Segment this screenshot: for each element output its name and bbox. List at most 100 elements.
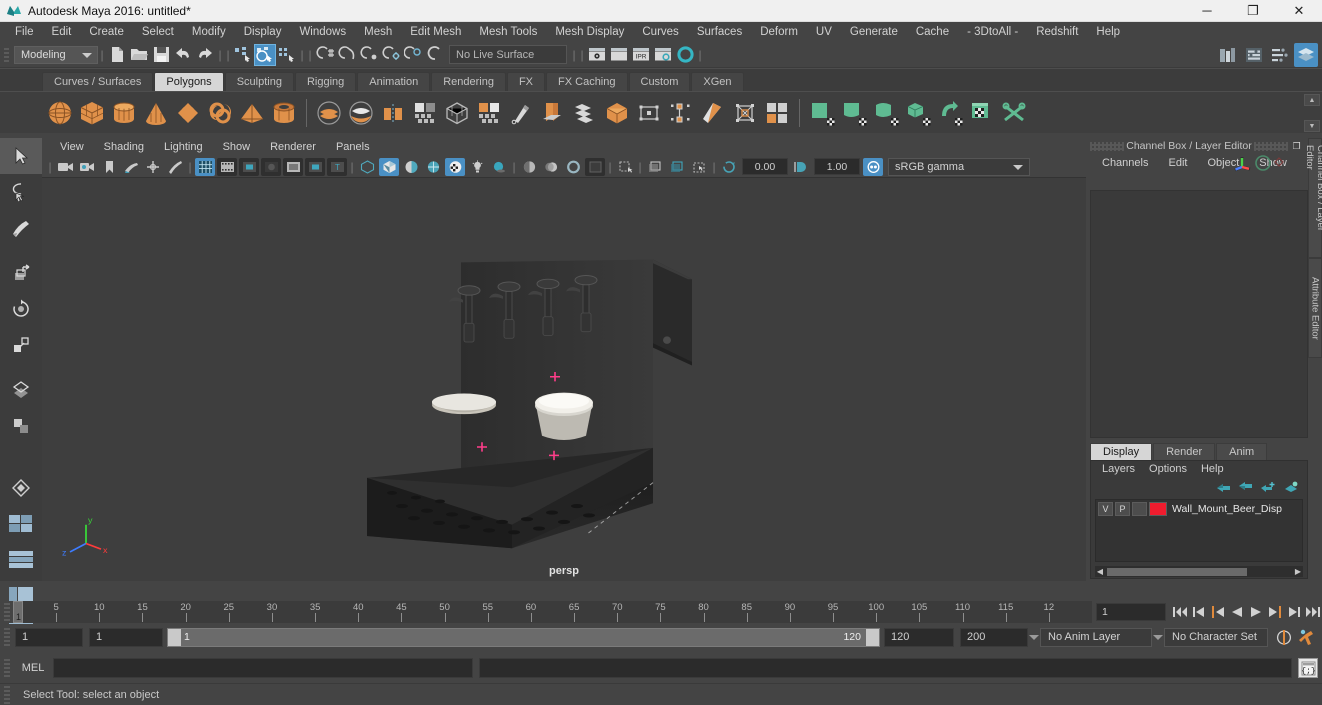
- menu-mesh-tools[interactable]: Mesh Tools: [470, 22, 546, 42]
- menu-generate[interactable]: Generate: [841, 22, 907, 42]
- menuset-selector[interactable]: Modeling: [14, 45, 98, 64]
- color-management-icon[interactable]: [863, 157, 883, 176]
- close-button[interactable]: ✕: [1276, 0, 1322, 22]
- layer-tab-render[interactable]: Render: [1153, 443, 1216, 460]
- shelf-tab-custom[interactable]: Custom: [628, 72, 691, 91]
- show-manipulator-tool-icon[interactable]: [0, 470, 42, 506]
- xray-icon[interactable]: [615, 158, 635, 176]
- poly-pyramid-icon[interactable]: [236, 96, 268, 130]
- layer-menu-layers[interactable]: Layers: [1095, 461, 1142, 478]
- side-tab-channel-box[interactable]: Channel Box / Layer Editor: [1304, 138, 1322, 258]
- multisample-icon[interactable]: [563, 158, 583, 176]
- film-origin-icon[interactable]: [283, 157, 303, 176]
- menu-mesh[interactable]: Mesh: [355, 22, 401, 42]
- side-tab-attribute-editor[interactable]: Attribute Editor: [1308, 258, 1322, 358]
- channel-box-menu-channels[interactable]: Channels: [1092, 154, 1158, 172]
- gamma-value-field[interactable]: 1.00: [814, 158, 860, 175]
- resolution-gate-icon[interactable]: [239, 157, 259, 176]
- motion-blur-icon[interactable]: [541, 158, 561, 176]
- poly-cube-icon[interactable]: [76, 96, 108, 130]
- uv-layout-icon[interactable]: [966, 96, 998, 130]
- command-line-gripper[interactable]: [0, 655, 13, 681]
- help-line-gripper[interactable]: [0, 685, 13, 705]
- select-by-object-icon[interactable]: [254, 43, 276, 66]
- menu-help[interactable]: Help: [1087, 22, 1129, 42]
- animation-start-time-field[interactable]: 1: [15, 627, 83, 647]
- xray-joints-icon[interactable]: [645, 158, 665, 176]
- viewport-menu-view[interactable]: View: [50, 138, 94, 156]
- range-end-time-field[interactable]: 120: [884, 627, 954, 647]
- safe-action-icon[interactable]: [305, 157, 325, 176]
- smooth-icon[interactable]: [441, 96, 473, 130]
- poly-sphere-icon[interactable]: [44, 96, 76, 130]
- automatic-mapping-icon[interactable]: [902, 96, 934, 130]
- title-safe-icon[interactable]: T: [327, 157, 347, 176]
- layer-tab-display[interactable]: Display: [1090, 443, 1153, 460]
- sculpt-geometry-icon[interactable]: [601, 96, 633, 130]
- multi-cut-icon[interactable]: [505, 96, 537, 130]
- wireframe-on-shaded-icon[interactable]: [423, 158, 443, 176]
- viewport-canvas[interactable]: y z x persp: [42, 178, 1086, 581]
- new-layer-from-selected-icon[interactable]: [1283, 481, 1299, 493]
- step-back-key-icon[interactable]: [1208, 602, 1227, 622]
- shelf-scroll-down-button[interactable]: ▼: [1304, 120, 1320, 132]
- target-weld-icon[interactable]: [633, 96, 665, 130]
- animation-end-time-field[interactable]: 200: [960, 627, 1028, 647]
- uv-unfold-icon[interactable]: [934, 96, 966, 130]
- scrollbar-thumb[interactable]: [1107, 567, 1247, 576]
- move-layer-down-icon[interactable]: [1238, 481, 1253, 493]
- select-by-component-icon[interactable]: [276, 44, 298, 66]
- layer-color-swatch[interactable]: [1149, 501, 1167, 516]
- menu-create[interactable]: Create: [80, 22, 133, 42]
- redo-render-icon[interactable]: [608, 44, 630, 66]
- step-back-frame-icon[interactable]: [1189, 602, 1208, 622]
- current-time-indicator[interactable]: 1: [13, 601, 23, 623]
- rotate-tool-icon[interactable]: [0, 291, 42, 327]
- booleans-union-icon[interactable]: [313, 96, 345, 130]
- gamma-icon[interactable]: [791, 158, 811, 176]
- universal-manipulator-icon[interactable]: [0, 372, 42, 408]
- poly-plane-icon[interactable]: [204, 96, 236, 130]
- paint-select-tool-icon[interactable]: [0, 210, 42, 246]
- poly-cylinder-icon[interactable]: [108, 96, 140, 130]
- layer-tab-anim[interactable]: Anim: [1216, 443, 1268, 460]
- status-line-gripper[interactable]: [2, 44, 11, 66]
- animation-preferences-icon[interactable]: [1297, 627, 1316, 647]
- select-tool-icon[interactable]: [0, 138, 42, 174]
- character-set-dropdown-arrow[interactable]: [1152, 628, 1164, 647]
- poly-cone-icon[interactable]: [140, 96, 172, 130]
- scale-tool-icon[interactable]: [0, 327, 42, 363]
- combine-icon[interactable]: [377, 96, 409, 130]
- color-space-selector[interactable]: sRGB gamma: [888, 157, 1030, 176]
- scroll-right-icon[interactable]: ▶: [1293, 567, 1303, 576]
- layer-list[interactable]: V P Wall_Mount_Beer_Disp: [1095, 499, 1303, 562]
- spherical-mapping-icon[interactable]: [870, 96, 902, 130]
- shelf-tab-rendering[interactable]: Rendering: [431, 72, 506, 91]
- script-language-label[interactable]: MEL: [13, 662, 53, 674]
- layer-row[interactable]: V P Wall_Mount_Beer_Disp: [1096, 500, 1302, 517]
- menu-edit[interactable]: Edit: [43, 22, 81, 42]
- auto-keyframe-icon[interactable]: [1274, 627, 1293, 647]
- wireframe-icon[interactable]: [357, 158, 377, 176]
- shelf-tab-fx-caching[interactable]: FX Caching: [546, 72, 628, 91]
- range-start-time-field[interactable]: 1: [89, 627, 163, 647]
- shelf-tab-rigging[interactable]: Rigging: [294, 72, 357, 91]
- select-shadow-icon[interactable]: [689, 158, 709, 176]
- layer-menu-options[interactable]: Options: [1142, 461, 1194, 478]
- add-divisions-icon[interactable]: [569, 96, 601, 130]
- snap-to-grid-icon[interactable]: [314, 44, 336, 66]
- range-left-handle[interactable]: [168, 628, 181, 646]
- move-tool-icon[interactable]: [0, 255, 42, 291]
- layer-menu-help[interactable]: Help: [1194, 461, 1231, 478]
- wedge-icon[interactable]: [697, 96, 729, 130]
- new-layer-icon[interactable]: [1260, 481, 1276, 493]
- menu-edit-mesh[interactable]: Edit Mesh: [401, 22, 470, 42]
- undo-icon[interactable]: [172, 44, 194, 66]
- select-by-hierarchy-icon[interactable]: [232, 44, 254, 66]
- extrude-icon[interactable]: [473, 96, 505, 130]
- new-scene-icon[interactable]: [106, 44, 128, 66]
- poly-pipe-icon[interactable]: [268, 96, 300, 130]
- uv-editor-icon[interactable]: [761, 96, 793, 130]
- current-frame-field[interactable]: 1: [1096, 603, 1166, 621]
- viewport-menu-shading[interactable]: Shading: [94, 138, 154, 156]
